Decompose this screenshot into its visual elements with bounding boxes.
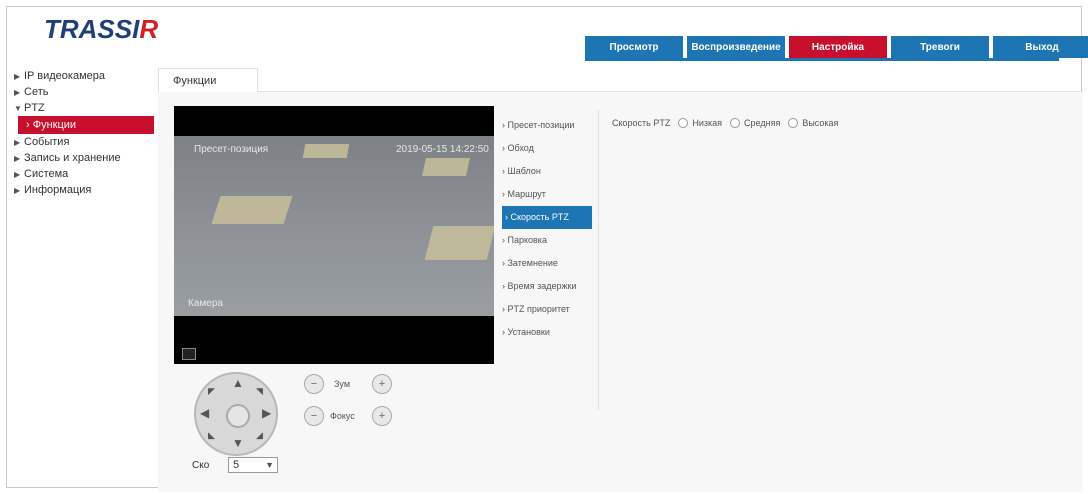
top-nav-underline xyxy=(585,58,1059,61)
ptz-down-button[interactable]: ▼ xyxy=(232,436,244,450)
focus-near-button[interactable]: − xyxy=(304,406,324,426)
ptz-up-left-button[interactable]: ◤ xyxy=(208,386,215,397)
top-navigation: Просмотр Воспроизведение Настройка Трево… xyxy=(585,36,1088,58)
menu-item-parking[interactable]: › Парковка xyxy=(502,229,592,252)
ptz-up-right-button[interactable]: ◥ xyxy=(256,386,263,397)
menu-item-delay[interactable]: › Время задержки xyxy=(502,275,592,298)
ptz-left-button[interactable]: ◀ xyxy=(200,406,209,420)
radio-medium[interactable] xyxy=(730,118,741,128)
ptz-down-left-button[interactable]: ◣ xyxy=(208,430,215,441)
tab-functions[interactable]: Функции xyxy=(158,68,258,92)
sidebar-item-ip-camera[interactable]: ▶ IP видеокамера xyxy=(14,68,159,84)
floor-tile xyxy=(422,158,470,176)
caret-right-icon: ▶ xyxy=(14,138,21,147)
tab-settings[interactable]: Настройка xyxy=(789,36,887,58)
menu-item-settings[interactable]: › Установки xyxy=(502,321,592,344)
speed-label: Ско xyxy=(192,460,210,471)
vertical-divider xyxy=(598,110,599,410)
ptz-joystick: ▲ ▼ ◀ ▶ ◤ ◥ ◣ ◢ xyxy=(194,372,278,456)
floor-tile xyxy=(302,144,350,158)
menu-item-patrol[interactable]: › Обход xyxy=(502,137,592,160)
zoom-in-button[interactable]: + xyxy=(372,374,392,394)
function-menu: › Пресет-позиции › Обход › Шаблон › Марш… xyxy=(502,114,592,344)
chevron-down-icon: ▼ xyxy=(265,460,274,470)
menu-item-ptz-speed[interactable]: › Скорость PTZ xyxy=(502,206,592,229)
menu-item-presets[interactable]: › Пресет-позиции xyxy=(502,114,592,137)
caret-right-icon: ▶ xyxy=(14,170,21,179)
caret-right-icon: ▶ xyxy=(14,154,21,163)
floor-tile xyxy=(211,196,293,224)
sidebar-item-info[interactable]: ▶ Информация xyxy=(14,182,159,198)
focus-label: Фокус xyxy=(330,411,355,421)
radio-low-label: Низкая xyxy=(692,118,723,128)
radio-high-label: Высокая xyxy=(802,118,839,128)
video-overlay-label: Пресет-позиция xyxy=(194,144,269,155)
ptz-down-right-button[interactable]: ◢ xyxy=(256,430,263,441)
tab-alarms[interactable]: Тревоги xyxy=(891,36,989,58)
sidebar-item-functions[interactable]: › Функции xyxy=(18,116,154,134)
tab-playback[interactable]: Воспроизведение xyxy=(687,36,785,58)
sidebar: ▶ IP видеокамера ▶ Сеть ▼ PTZ › Функции ▶ Со… xyxy=(14,68,159,198)
video-timestamp: 2019-05-15 14:22:50 xyxy=(396,144,489,155)
menu-item-pattern[interactable]: › Шаблон xyxy=(502,160,592,183)
tab-logout[interactable]: Выход xyxy=(993,36,1088,58)
caret-right-icon: ▶ xyxy=(14,72,21,81)
fullscreen-icon[interactable] xyxy=(182,348,196,360)
sidebar-item-system[interactable]: ▶ Система xyxy=(14,166,159,182)
sidebar-item-ptz[interactable]: ▼ PTZ xyxy=(14,100,159,116)
caret-right-icon: ▶ xyxy=(14,88,21,97)
ptz-speed-title: Скорость PTZ xyxy=(612,118,671,128)
video-preview[interactable]: Пресет-позиция 2019-05-15 14:22:50 Камер… xyxy=(174,106,494,364)
ptz-speed-options: Скорость PTZ Низкая Средняя Высокая xyxy=(612,118,838,128)
floor-tile xyxy=(424,226,494,260)
video-camera-name: Камера xyxy=(188,298,223,309)
sidebar-item-network[interactable]: ▶ Сеть xyxy=(14,84,159,100)
radio-medium-label: Средняя xyxy=(744,118,781,128)
ptz-up-button[interactable]: ▲ xyxy=(232,376,244,390)
sidebar-item-recording[interactable]: ▶ Запись и хранение xyxy=(14,150,159,166)
zoom-out-button[interactable]: − xyxy=(304,374,324,394)
radio-high[interactable] xyxy=(788,118,799,128)
trassir-logo: TRASSIR xyxy=(44,14,159,44)
camera-scene: Пресет-позиция 2019-05-15 14:22:50 Камер… xyxy=(174,136,494,316)
focus-far-button[interactable]: + xyxy=(372,406,392,426)
menu-item-privacy-mask[interactable]: › Затемнение xyxy=(502,252,592,275)
ptz-right-button[interactable]: ▶ xyxy=(262,406,271,420)
menu-item-route[interactable]: › Маршрут xyxy=(502,183,592,206)
tab-view[interactable]: Просмотр xyxy=(585,36,683,58)
radio-low[interactable] xyxy=(678,118,689,128)
speed-select[interactable]: 5 ▼ xyxy=(228,457,278,473)
zoom-label: Зум xyxy=(334,379,351,389)
ptz-center-button[interactable] xyxy=(226,404,250,428)
caret-down-icon: ▼ xyxy=(14,104,22,113)
content-panel: Пресет-позиция 2019-05-15 14:22:50 Камер… xyxy=(158,92,1083,492)
main-content: Функции Пресет-позиция 2019-05-15 14:22:… xyxy=(158,68,1083,492)
caret-right-icon: ▶ xyxy=(14,186,21,195)
sidebar-item-events[interactable]: ▶ События xyxy=(14,134,159,150)
menu-item-ptz-priority[interactable]: › PTZ приоритет xyxy=(502,298,592,321)
